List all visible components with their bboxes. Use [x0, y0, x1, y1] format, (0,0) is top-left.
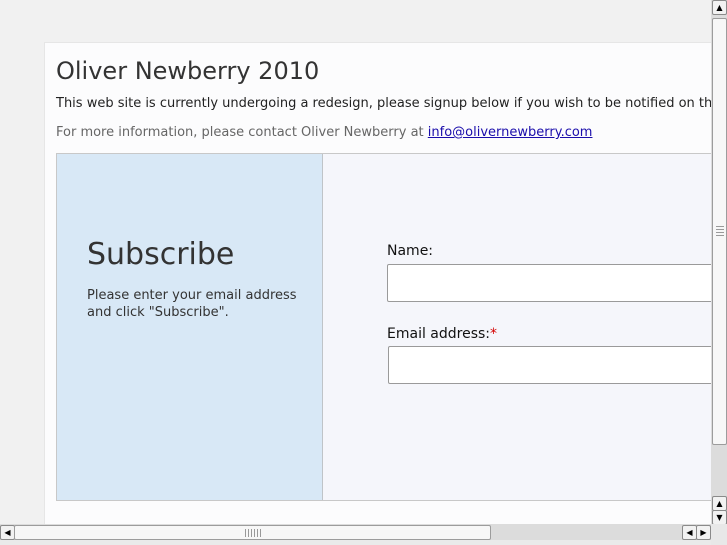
bottom-strip — [0, 540, 711, 545]
subscribe-info-panel: Subscribe Please enter your email addres… — [57, 154, 323, 500]
content-card: Oliver Newberry 2010 This web site is cu… — [44, 42, 711, 524]
contact-email-link[interactable]: info@olivernewberry.com — [428, 125, 593, 140]
contact-prefix: For more information, please contact Oli… — [56, 125, 428, 140]
scroll-left-button-right[interactable]: ◀ — [682, 525, 697, 540]
scroll-left-button[interactable]: ◀ — [0, 525, 15, 540]
subscribe-description: Please enter your email address and clic… — [87, 288, 297, 320]
email-label-text: Email address: — [387, 326, 491, 342]
scroll-down-button[interactable]: ▼ — [712, 510, 727, 525]
required-marker: * — [490, 326, 498, 342]
grip-icon — [245, 529, 263, 537]
page-viewport: Oliver Newberry 2010 This web site is cu… — [0, 0, 711, 524]
name-label: Name: — [387, 243, 434, 259]
name-input[interactable] — [387, 264, 711, 302]
contact-line: For more information, please contact Oli… — [56, 125, 592, 140]
horizontal-scroll-thumb[interactable] — [14, 525, 491, 540]
vertical-scrollbar[interactable]: ▲ ▲ ▼ — [711, 0, 727, 525]
page-title: Oliver Newberry 2010 — [56, 57, 320, 85]
subscribe-panel: Subscribe Please enter your email addres… — [56, 153, 711, 501]
scroll-up-button[interactable]: ▲ — [712, 0, 727, 15]
redesign-notice: This web site is currently undergoing a … — [56, 96, 711, 111]
scroll-up-button-lower[interactable]: ▲ — [712, 496, 727, 511]
email-input[interactable] — [388, 346, 711, 384]
subscribe-heading: Subscribe — [87, 237, 235, 272]
vertical-scroll-thumb[interactable] — [712, 18, 727, 445]
email-label: Email address:* — [387, 326, 497, 342]
scrollbar-corner — [711, 524, 727, 545]
grip-icon — [716, 224, 724, 236]
scroll-right-button[interactable]: ▶ — [696, 525, 711, 540]
horizontal-scrollbar[interactable]: ◀ ◀ ▶ — [0, 524, 711, 540]
